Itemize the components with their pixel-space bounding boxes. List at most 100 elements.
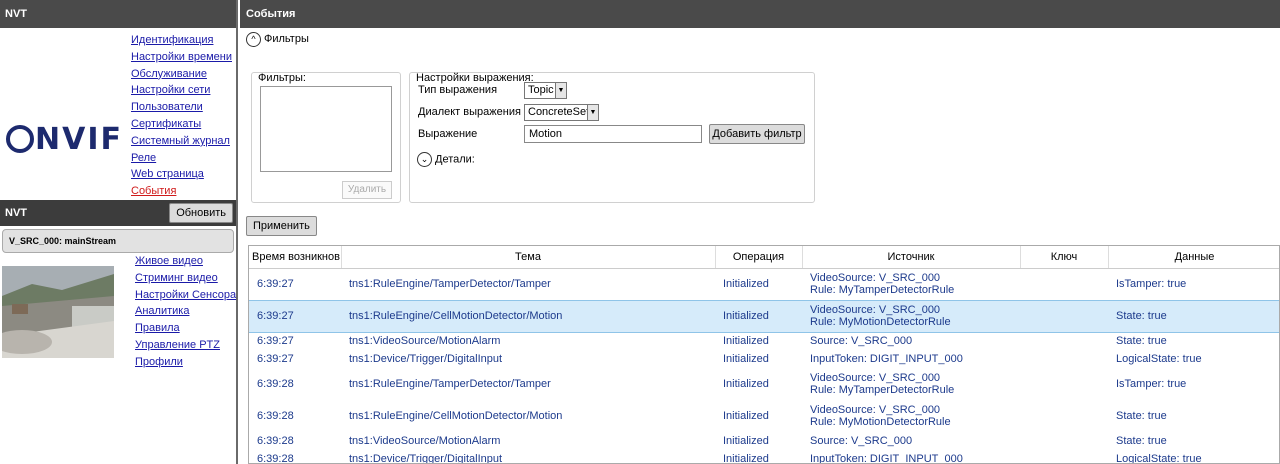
filters-group-title: Фильтры: — [258, 72, 306, 84]
cell-time: 6:39:27 — [257, 335, 294, 348]
menu-item[interactable]: События — [131, 183, 232, 200]
cell-source: VideoSource: V_SRC_000 Rule: MyTamperDete… — [802, 368, 1020, 400]
cell-operation: Initialized — [723, 410, 769, 422]
cell-operation: Initialized — [723, 278, 769, 290]
events-table[interactable]: Время возникнов Тема Операция Источник К… — [248, 245, 1280, 464]
cell-time: 6:39:28 — [257, 453, 294, 464]
events-panel: События ^ Фильтры Фильтры: Удалить Настро… — [240, 0, 1280, 464]
source-rule-line: Rule: MyMotionDetectorRule — [810, 316, 951, 328]
menu-item[interactable]: Настройки сети — [131, 82, 232, 99]
source-rule-line: Rule: MyTamperDetectorRule — [810, 384, 955, 396]
dialect-select-value: ConcreteSet — [528, 106, 590, 118]
media-menu-item[interactable]: Аналитика — [135, 303, 236, 320]
cell-data: LogicalState: true — [1116, 353, 1202, 365]
source-line: VideoSource: V_SRC_000 — [810, 272, 941, 284]
col-key[interactable]: Ключ — [1020, 246, 1109, 269]
menu-item[interactable]: Сертификаты — [131, 116, 232, 133]
table-row[interactable]: 6:39:27 tns1:RuleEngine/TamperDetector/Ta… — [249, 268, 1279, 300]
menu-item[interactable]: Идентификация — [131, 32, 232, 49]
menu-item[interactable]: Обслуживание — [131, 66, 232, 83]
media-menu-item[interactable]: Живое видео — [135, 253, 236, 270]
cell-data: IsTamper: true — [1116, 278, 1187, 290]
filters-group: Фильтры: Удалить — [251, 72, 401, 203]
filters-toggle[interactable]: ^ Фильтры — [246, 31, 309, 47]
dialect-select[interactable]: ConcreteSet ▼ — [524, 104, 599, 121]
cell-operation: Initialized — [723, 353, 769, 365]
cell-source: Source: V_SRC_000 — [802, 332, 1020, 350]
cell-time: 6:39:27 — [257, 353, 294, 365]
refresh-button[interactable]: Обновить — [169, 203, 233, 223]
expression-input[interactable] — [524, 125, 702, 143]
add-filter-button[interactable]: Добавить фильтр — [709, 124, 805, 144]
table-row[interactable]: 6:39:28 tns1:Device/Trigger/DigitalInput I… — [249, 450, 1279, 464]
type-label: Тип выражения — [418, 84, 498, 96]
left-panel: NVT NVIF Идентификация Настройки времени О… — [0, 0, 238, 464]
col-topic[interactable]: Тема — [341, 246, 716, 269]
menu-item[interactable]: Системный журнал — [131, 133, 232, 150]
table-row[interactable]: 6:39:28 tns1:RuleEngine/TamperDetector/Ta… — [249, 368, 1279, 400]
cell-topic: tns1:Device/Trigger/DigitalInput — [349, 353, 503, 365]
expression-group: Настройки выражения: Тип выражения Topic… — [409, 72, 815, 203]
cell-time: 6:39:27 — [257, 278, 294, 290]
table-row[interactable]: 6:39:27 tns1:Device/Trigger/DigitalInput I… — [249, 350, 1279, 368]
menu-item[interactable]: Настройки времени — [131, 49, 232, 66]
cell-time: 6:39:28 — [257, 378, 294, 390]
type-select[interactable]: Topic ▼ — [524, 82, 567, 99]
cell-topic: tns1:VideoSource/MotionAlarm — [349, 335, 501, 348]
media-menu-item[interactable]: Настройки Сенсора — [135, 287, 236, 304]
source-line: Source: V_SRC_000 — [810, 435, 913, 447]
cell-time: 6:39:27 — [249, 299, 341, 333]
collapse-up-icon: ^ — [246, 31, 261, 47]
source-rule-line: Rule: MyMotionDetectorRule — [810, 416, 951, 428]
cell-key — [1020, 400, 1108, 432]
dropdown-arrow-icon: ▼ — [587, 105, 598, 120]
media-menu-item[interactable]: Управление PTZ — [135, 337, 236, 354]
cell-time: 6:39:28 — [257, 410, 294, 422]
source-line: InputToken: DIGIT_INPUT_000 — [810, 453, 963, 464]
cell-operation: Initialized — [715, 299, 802, 333]
dialect-label: Диалект выражения — [418, 106, 521, 118]
menu-item[interactable]: Пользователи — [131, 99, 232, 116]
media-menu-item[interactable]: Стриминг видео — [135, 270, 236, 287]
cell-topic: tns1:RuleEngine/CellMotionDetector/Motio… — [341, 299, 715, 333]
cell-key — [1020, 299, 1108, 333]
col-data[interactable]: Данные — [1108, 246, 1279, 269]
col-time[interactable]: Время возникнов — [249, 246, 342, 269]
cell-time: 6:39:28 — [257, 435, 294, 447]
cell-data: State: true — [1116, 435, 1167, 447]
source-rule-line: Rule: MyTamperDetectorRule — [810, 284, 955, 296]
cell-source: InputToken: DIGIT_INPUT_000 — [802, 450, 1020, 464]
cell-topic: tns1:RuleEngine/TamperDetector/Tamper — [349, 378, 551, 390]
table-row[interactable]: 6:39:27 tns1:RuleEngine/CellMotionDetecto… — [249, 299, 1279, 333]
expression-label: Выражение — [418, 128, 478, 140]
media-menu-item[interactable]: Правила — [135, 320, 236, 337]
device-bar-title: NVT — [5, 207, 27, 219]
device-bar: NVT Обновить — [0, 200, 236, 226]
onvif-logo: NVIF — [6, 122, 123, 157]
expression-group-title: Настройки выражения: — [416, 72, 534, 84]
table-row[interactable]: 6:39:28 tns1:VideoSource/MotionAlarm Initi… — [249, 432, 1279, 450]
cell-data: IsTamper: true — [1116, 378, 1187, 390]
device-menu: Идентификация Настройки времени Обслуживан… — [131, 32, 232, 200]
delete-button[interactable]: Удалить — [342, 181, 392, 199]
cell-data: State: true — [1108, 299, 1279, 333]
camera-thumbnail[interactable] — [2, 266, 114, 358]
table-row[interactable]: 6:39:28 tns1:RuleEngine/CellMotionDetecto… — [249, 400, 1279, 432]
menu-item[interactable]: Web страница — [131, 166, 232, 183]
source-line: InputToken: DIGIT_INPUT_000 — [810, 353, 963, 365]
menu-item[interactable]: Реле — [131, 150, 232, 167]
details-label: Детали: — [435, 153, 475, 166]
cell-operation: Initialized — [723, 453, 769, 464]
stream-selector[interactable]: V_SRC_000: mainStream — [2, 229, 234, 253]
cell-source: Source: V_SRC_000 — [802, 432, 1020, 450]
col-source[interactable]: Источник — [802, 246, 1021, 269]
apply-button[interactable]: Применить — [246, 216, 317, 236]
media-menu-item[interactable]: Профили — [135, 354, 236, 371]
details-toggle[interactable]: ⌄ Детали: — [417, 152, 475, 167]
media-menu: Живое видео Стриминг видео Настройки Сенсо… — [135, 253, 236, 371]
table-row[interactable]: 6:39:27 tns1:VideoSource/MotionAlarm Initi… — [249, 332, 1279, 350]
cell-source: VideoSource: V_SRC_000 Rule: MyMotionDete… — [802, 299, 1020, 333]
filters-list[interactable] — [260, 86, 392, 172]
cell-operation: Initialized — [723, 335, 769, 348]
col-operation[interactable]: Операция — [715, 246, 803, 269]
